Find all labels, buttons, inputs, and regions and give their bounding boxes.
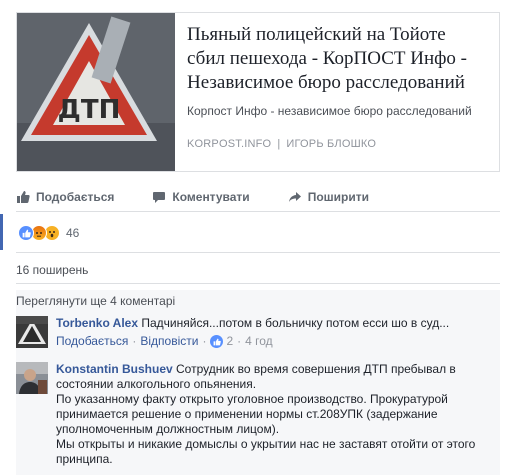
comment-button[interactable]: Коментувати bbox=[152, 189, 250, 204]
comment-like-link[interactable]: Подобається bbox=[56, 334, 128, 349]
comment-time[interactable]: 4 год bbox=[245, 334, 273, 349]
comment-item: Torbenko Alex Падчиняйся...потом в больн… bbox=[16, 316, 496, 349]
preview-description: Корпост Инфо - независимое бюро расследо… bbox=[187, 104, 472, 118]
comment-text: Падчиняйся...потом в больничку потом есс… bbox=[141, 316, 450, 330]
comment-text-paragraph: Мы открыты и никакие домыслы о укрытии н… bbox=[56, 437, 476, 466]
warning-sign-image: ДТП bbox=[17, 13, 175, 171]
share-label: Поширити bbox=[307, 189, 369, 204]
meta-separator: | bbox=[277, 138, 281, 150]
like-icon bbox=[210, 335, 224, 348]
comments-section: Переглянути ще 4 коментарі Torbenko Alex… bbox=[16, 290, 500, 475]
focus-indicator bbox=[0, 214, 3, 250]
comment-item: Konstantin Bushuev Сотрудник во время со… bbox=[16, 362, 496, 467]
comment-text-paragraph: По указанному факту открыто уголовное пр… bbox=[56, 392, 448, 436]
link-preview[interactable]: ДТП Пьяный полицейский на Тойоте сбил пе… bbox=[16, 12, 500, 172]
preview-image[interactable]: ДТП bbox=[17, 13, 175, 171]
thumbs-up-icon bbox=[16, 190, 30, 204]
share-arrow-icon bbox=[288, 190, 302, 204]
shares-count[interactable]: 16 поширень bbox=[16, 252, 500, 284]
reaction-count: 46 bbox=[66, 226, 80, 240]
preview-title[interactable]: Пьяный полицейский на Тойоте сбил пешехо… bbox=[187, 23, 487, 95]
share-button[interactable]: Поширити bbox=[288, 190, 369, 204]
view-more-comments-link[interactable]: Переглянути ще 4 коментарі bbox=[16, 290, 500, 308]
avatar[interactable] bbox=[16, 316, 48, 348]
preview-author: ИГОРЬ БЛОШКО bbox=[286, 138, 377, 150]
preview-domain: KORPOST.INFO bbox=[187, 138, 272, 150]
avatar[interactable] bbox=[16, 362, 48, 394]
comment-label: Коментувати bbox=[172, 189, 250, 204]
comment-likes[interactable]: 2 bbox=[210, 334, 233, 349]
comment-bubble-icon bbox=[152, 190, 166, 204]
sign-text: ДТП bbox=[58, 95, 121, 125]
comment-like-count: 2 bbox=[226, 334, 234, 348]
like-button[interactable]: Подобається bbox=[16, 190, 114, 204]
post-card: ДТП Пьяный полицейский на Тойоте сбил пе… bbox=[0, 0, 516, 475]
comment-reply-link[interactable]: Відповісти bbox=[140, 334, 198, 349]
action-bar: Подобається Коментувати Поширити bbox=[16, 182, 500, 212]
reactions-summary[interactable]: 46 bbox=[18, 224, 79, 242]
preview-meta: KORPOST.INFO | ИГОРЬ БЛОШКО bbox=[187, 138, 376, 150]
comment-author[interactable]: Konstantin Bushuev bbox=[56, 362, 173, 376]
comment-author[interactable]: Torbenko Alex bbox=[56, 316, 138, 330]
like-label: Подобається bbox=[36, 189, 115, 204]
like-icon bbox=[18, 225, 34, 241]
comment-meta: Подобається · Відповісти · 2 · 4 год bbox=[56, 334, 273, 349]
